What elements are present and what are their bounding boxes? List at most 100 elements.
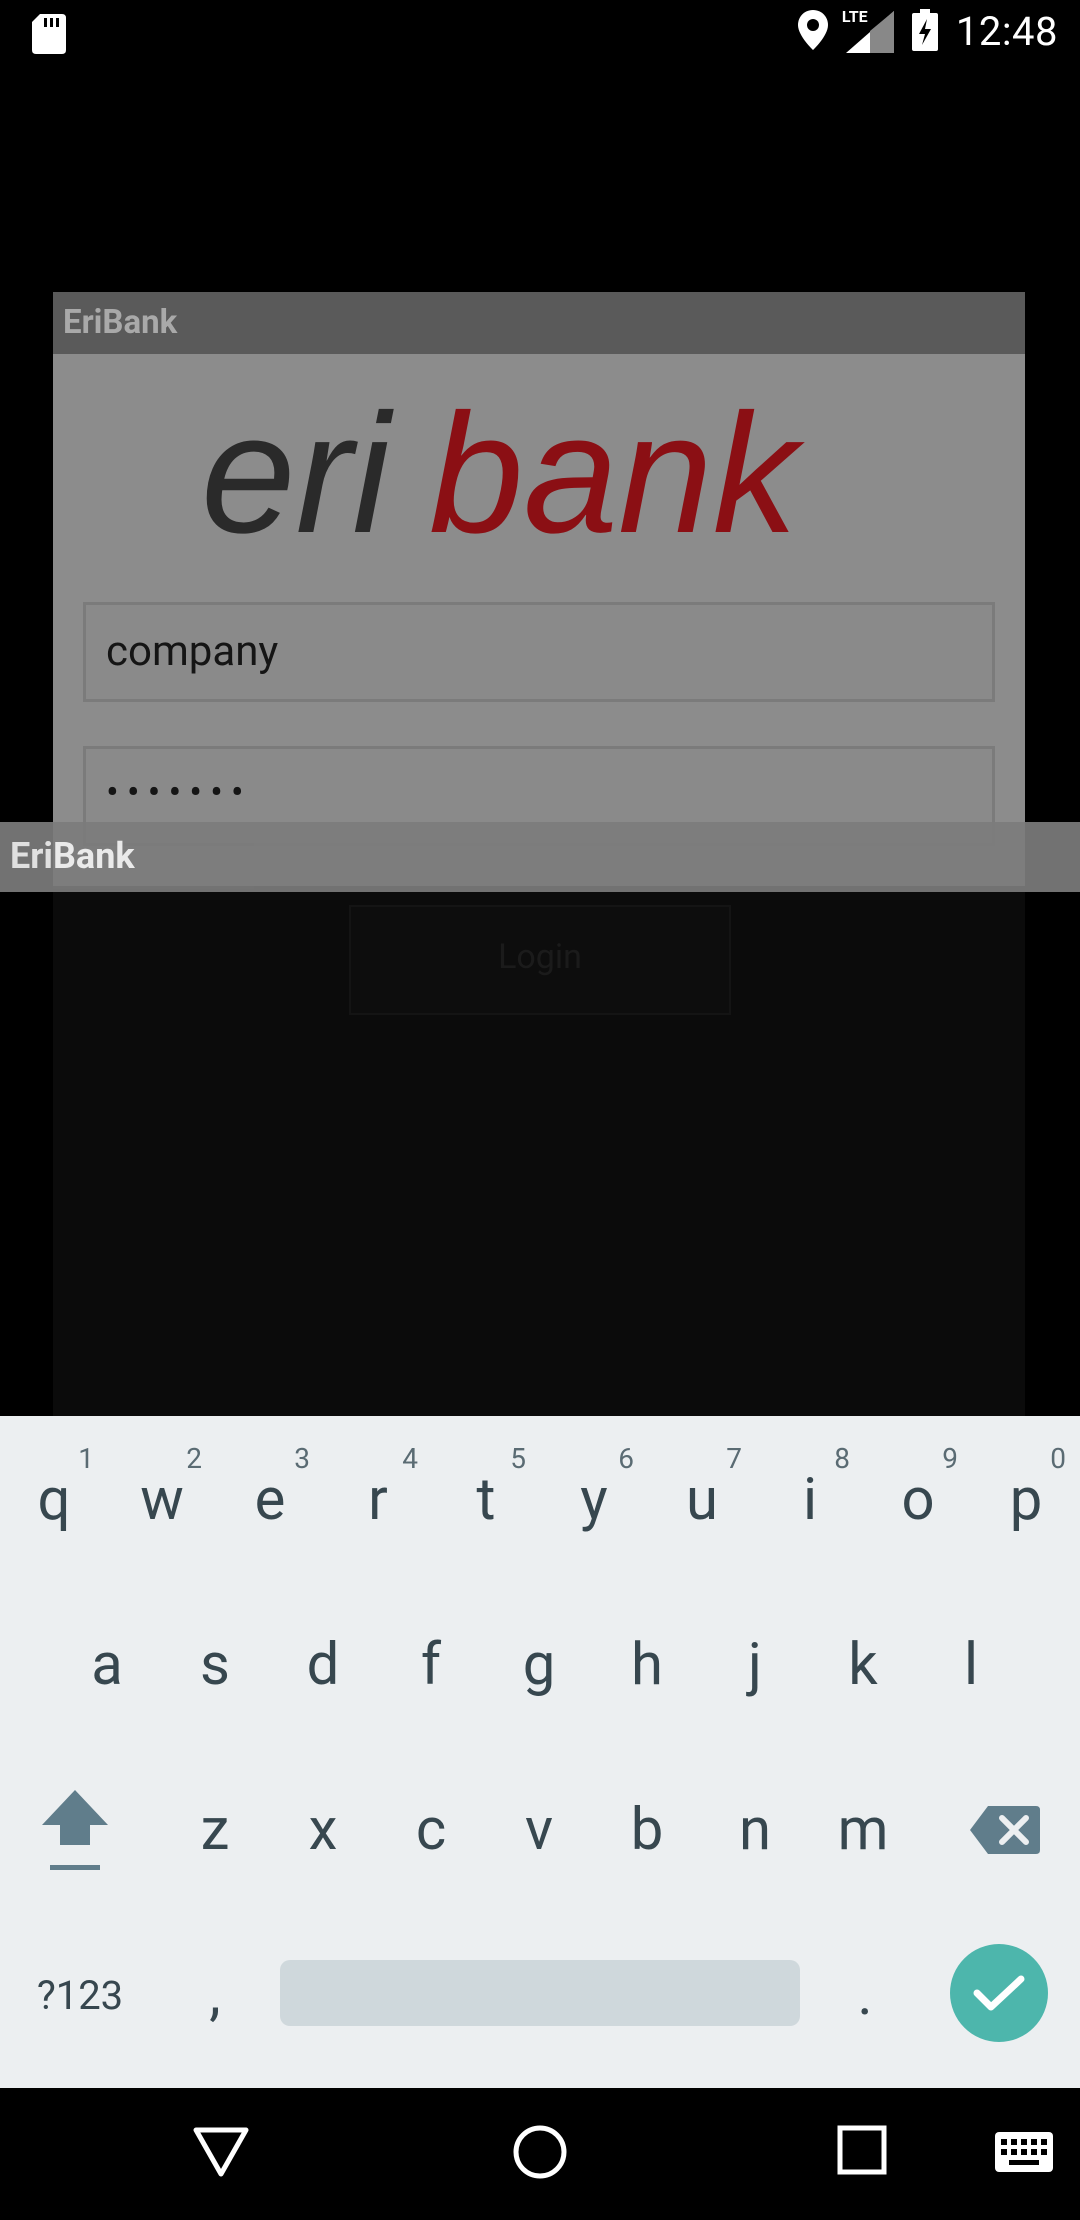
key-q[interactable]: q1 xyxy=(4,1420,104,1580)
key-label: w xyxy=(140,1466,184,1534)
symbols-key[interactable]: ?123 xyxy=(20,1915,140,2075)
dialog-titlebar: EriBank xyxy=(53,292,1025,354)
backspace-icon xyxy=(970,1806,1040,1854)
key-hint: 2 xyxy=(186,1442,202,1475)
key-label: v xyxy=(524,1796,554,1864)
key-u[interactable]: u7 xyxy=(652,1420,752,1580)
key-hint: 6 xyxy=(618,1442,634,1475)
key-hint: 3 xyxy=(294,1442,310,1475)
key-w[interactable]: w2 xyxy=(112,1420,212,1580)
check-icon xyxy=(973,1975,1025,2011)
overlay-title: EriBank xyxy=(10,835,135,877)
key-t[interactable]: t5 xyxy=(436,1420,536,1580)
keyboard-row-1: q1w2e3r4t5y6u7i8o9p0 xyxy=(0,1420,1080,1580)
key-label: s xyxy=(200,1631,230,1699)
key-hint: 0 xyxy=(1050,1442,1066,1475)
key-label: f xyxy=(420,1631,442,1699)
username-value: company xyxy=(106,627,279,676)
key-h[interactable]: h xyxy=(597,1585,697,1745)
key-label: q xyxy=(37,1466,71,1534)
status-bar: LTE 12:48 xyxy=(0,0,1080,66)
logo-text-bank: bank xyxy=(429,382,806,562)
shift-icon xyxy=(42,1790,108,1870)
key-label: c xyxy=(415,1796,447,1864)
dialog-title: EriBank xyxy=(63,303,178,342)
login-button-label: Login xyxy=(498,937,582,977)
recents-icon[interactable] xyxy=(834,2122,890,2182)
period-key[interactable]: . xyxy=(815,1915,915,2075)
key-label: p xyxy=(1009,1466,1043,1534)
keyboard-row-3: z x c v b nm xyxy=(0,1750,1080,1910)
battery-charging-icon xyxy=(911,8,938,55)
location-icon xyxy=(797,9,828,54)
key-f[interactable]: f xyxy=(381,1585,481,1745)
key-label: y xyxy=(580,1466,608,1534)
key-p[interactable]: p0 xyxy=(976,1420,1076,1580)
clock: 12:48 xyxy=(955,8,1058,55)
enter-key[interactable] xyxy=(950,1944,1048,2042)
dialog-content: eri bank company ••••••• xyxy=(53,354,1025,886)
keyboard-switch-icon[interactable] xyxy=(995,2132,1053,2176)
key-hint: 5 xyxy=(510,1442,526,1475)
key-e[interactable]: e3 xyxy=(220,1420,320,1580)
network-type: LTE xyxy=(841,6,868,26)
back-icon[interactable] xyxy=(192,2122,250,2184)
backspace-key[interactable] xyxy=(955,1750,1055,1910)
username-field[interactable]: company xyxy=(83,602,995,702)
key-label: b xyxy=(630,1796,664,1864)
password-value: ••••••• xyxy=(106,771,252,815)
key-j[interactable]: j xyxy=(705,1585,805,1745)
key-label: m xyxy=(837,1796,889,1864)
key-z[interactable]: z xyxy=(165,1750,265,1910)
key-label: a xyxy=(91,1631,123,1699)
key-b[interactable]: b xyxy=(597,1750,697,1910)
key-o[interactable]: o9 xyxy=(868,1420,968,1580)
key-label: k xyxy=(848,1631,878,1699)
key-k[interactable]: k xyxy=(813,1585,913,1745)
key-i[interactable]: i8 xyxy=(760,1420,860,1580)
key-g[interactable]: g xyxy=(489,1585,589,1745)
key-label: z xyxy=(200,1796,230,1864)
key-label: u xyxy=(686,1466,718,1534)
eribank-logo: eri bank xyxy=(201,382,806,562)
key-v[interactable]: v xyxy=(489,1750,589,1910)
key-hint: 9 xyxy=(942,1442,958,1475)
navigation-bar xyxy=(0,2088,1080,2220)
key-l[interactable]: l xyxy=(921,1585,1021,1745)
key-m[interactable]: m xyxy=(813,1750,913,1910)
key-n[interactable]: n xyxy=(705,1750,805,1910)
overlay-titlebar: EriBank xyxy=(0,822,1080,892)
key-label: i xyxy=(802,1466,818,1534)
comma-key[interactable]: , xyxy=(165,1915,265,2075)
shift-key[interactable] xyxy=(25,1750,125,1910)
space-key[interactable] xyxy=(280,1960,800,2026)
key-label: j xyxy=(748,1631,762,1699)
key-hint: 1 xyxy=(78,1442,94,1475)
key-label: x xyxy=(308,1796,338,1864)
key-s[interactable]: s xyxy=(165,1585,265,1745)
key-label: l xyxy=(963,1631,979,1699)
key-label: r xyxy=(368,1466,388,1534)
key-label: h xyxy=(631,1631,663,1699)
signal-icon: LTE xyxy=(842,7,894,53)
keyboard-row-2: asdfghjkl xyxy=(0,1585,1080,1745)
key-hint: 4 xyxy=(402,1442,418,1475)
sd-card-icon xyxy=(32,14,66,58)
key-label: o xyxy=(901,1466,935,1534)
key-y[interactable]: y6 xyxy=(544,1420,644,1580)
key-c[interactable]: c xyxy=(381,1750,481,1910)
key-label: t xyxy=(476,1466,496,1534)
key-label: d xyxy=(306,1631,340,1699)
key-label: n xyxy=(738,1796,772,1864)
key-r[interactable]: r4 xyxy=(328,1420,428,1580)
home-icon[interactable] xyxy=(510,2122,570,2186)
key-hint: 7 xyxy=(726,1442,742,1475)
key-label: g xyxy=(522,1631,556,1699)
key-hint: 8 xyxy=(834,1442,850,1475)
logo-text-eri: eri xyxy=(201,382,394,562)
key-a[interactable]: a xyxy=(57,1585,157,1745)
key-d[interactable]: d xyxy=(273,1585,373,1745)
key-x[interactable]: x xyxy=(273,1750,373,1910)
key-label: e xyxy=(254,1466,286,1534)
login-button[interactable]: Login xyxy=(349,905,731,1015)
